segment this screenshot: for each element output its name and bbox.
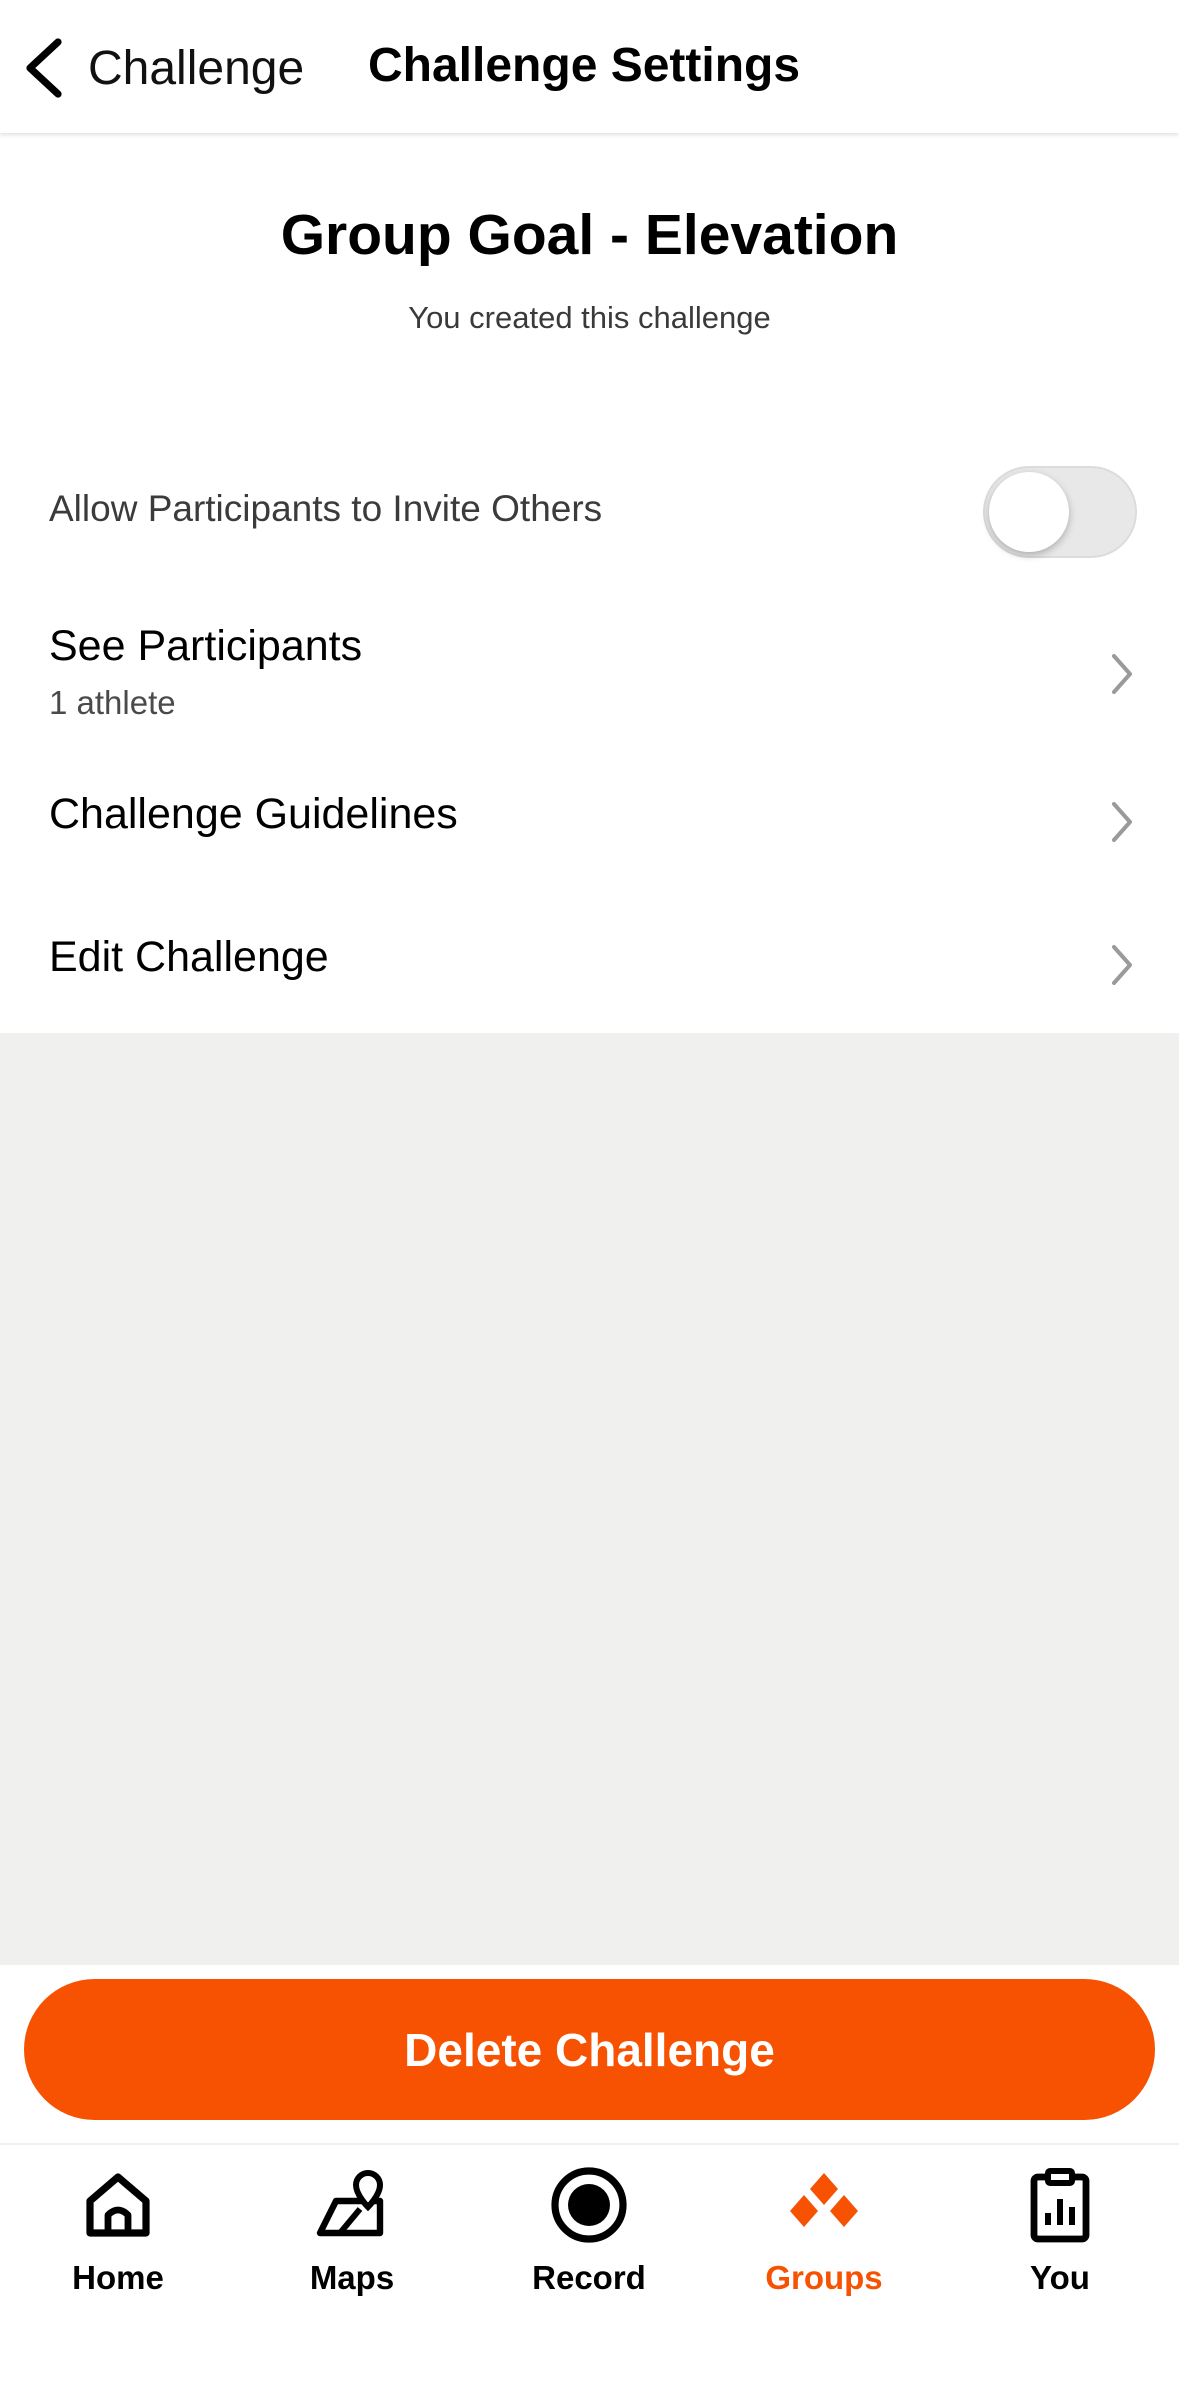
challenge-settings-screen: Challenge Challenge Settings Group Goal … [0, 0, 1179, 2396]
chevron-right-icon [1112, 654, 1132, 694]
see-participants-row[interactable]: See Participants 1 athlete [0, 600, 1179, 750]
edit-challenge-label: Edit Challenge [49, 933, 329, 981]
invite-toggle-switch[interactable] [983, 466, 1137, 558]
back-button[interactable]: Challenge [18, 28, 304, 108]
chevron-right-icon [1112, 945, 1132, 985]
home-icon [86, 2173, 150, 2237]
page-title: Challenge Settings [368, 39, 801, 92]
challenge-guidelines-label: Challenge Guidelines [49, 790, 458, 838]
challenge-subtitle: You created this challenge [408, 300, 771, 335]
tab-you[interactable]: You [960, 2165, 1160, 2345]
profile-stats-icon [1030, 2168, 1090, 2243]
toggle-knob [989, 472, 1069, 552]
bottom-tab-bar: Home Maps Record Groups You [0, 2143, 1179, 2396]
tab-you-label: You [1030, 2259, 1090, 2296]
chevron-right-icon [1112, 802, 1132, 842]
delete-challenge-button[interactable]: Delete Challenge [24, 1979, 1155, 2120]
tab-maps[interactable]: Maps [252, 2165, 452, 2345]
challenge-guidelines-row[interactable]: Challenge Guidelines [0, 770, 1179, 880]
top-bar: Challenge Challenge Settings [0, 0, 1179, 133]
invite-toggle-label: Allow Participants to Invite Others [49, 488, 603, 529]
participants-count: 1 athlete [49, 684, 176, 721]
tab-record[interactable]: Record [489, 2165, 689, 2345]
challenge-title: Group Goal - Elevation [280, 203, 899, 267]
groups-icon [790, 2173, 858, 2227]
tab-record-label: Record [532, 2259, 646, 2296]
back-label: Challenge [88, 41, 305, 95]
chevron-left-icon [26, 38, 62, 98]
tab-maps-label: Maps [309, 2259, 395, 2296]
maps-icon [316, 2169, 384, 2237]
tab-home-label: Home [72, 2259, 164, 2296]
record-icon [551, 2167, 627, 2243]
edit-challenge-row[interactable]: Edit Challenge [0, 913, 1179, 1023]
tab-home[interactable]: Home [18, 2165, 218, 2345]
empty-background-area [0, 1033, 1179, 1965]
tab-groups-label: Groups [765, 2259, 883, 2296]
tab-groups[interactable]: Groups [724, 2165, 924, 2345]
see-participants-label: See Participants [49, 622, 363, 670]
